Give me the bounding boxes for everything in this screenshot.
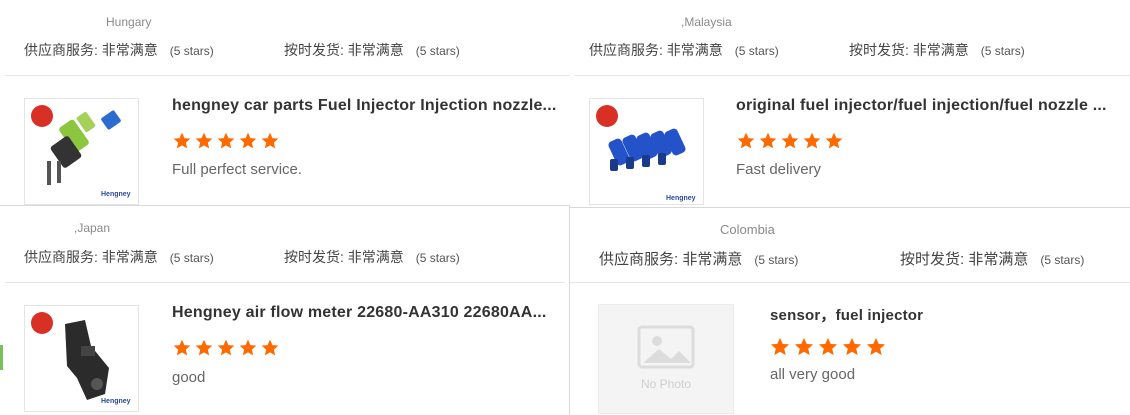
- star-icon: [781, 132, 799, 149]
- edge-marker: [0, 345, 3, 370]
- star-icon: [866, 337, 886, 356]
- product-thumbnail-placeholder[interactable]: No Photo: [598, 304, 734, 414]
- divider: [5, 282, 565, 283]
- review-text: all very good: [770, 366, 856, 383]
- review-text: good: [172, 369, 206, 386]
- delivery-rating: 按时发货: 非常满意 (5 stars): [900, 251, 1085, 268]
- review-text: Fast delivery: [736, 161, 822, 178]
- product-title[interactable]: sensor，fuel injector: [770, 304, 1120, 325]
- supplier-service-rating: 供应商服务: 非常满意 (5 stars): [589, 42, 779, 58]
- air-flow-meter-icon: [65, 320, 109, 400]
- star-icon: [239, 339, 257, 356]
- star-icon: [195, 339, 213, 356]
- star-icon: [818, 337, 838, 356]
- product-thumbnail[interactable]: Hengney: [24, 98, 139, 205]
- brand-watermark: Hengney: [101, 191, 131, 198]
- product-thumbnail[interactable]: Hengney: [24, 305, 139, 412]
- product-title[interactable]: original fuel injector/fuel injection/fu…: [736, 97, 1121, 115]
- product-title[interactable]: Hengney air flow meter 22680-AA310 22680…: [172, 304, 567, 322]
- delivery-rating: 按时发货: 非常满意 (5 stars): [849, 42, 1025, 58]
- divider: [570, 282, 1130, 283]
- star-icon: [173, 339, 191, 356]
- star-icon: [195, 132, 213, 149]
- brand-watermark: Hengney: [666, 195, 696, 202]
- star-icon: [261, 339, 279, 356]
- star-icon: [803, 132, 821, 149]
- star-icon: [770, 337, 790, 356]
- star-icon: [239, 132, 257, 149]
- star-icon: [842, 337, 862, 356]
- star-icon: [173, 132, 191, 149]
- review-stars: [172, 338, 282, 363]
- no-photo-icon: [637, 325, 695, 369]
- buyer-country: ,Japan: [74, 221, 111, 235]
- delivery-rating: 按时发货: 非常满意 (5 stars): [284, 249, 460, 265]
- star-icon: [737, 132, 755, 149]
- review-card-japan: ,Japan 供应商服务: 非常满意 (5 stars) 按时发货: 非常满意 (5…: [0, 205, 570, 415]
- seller-ratings: 供应商服务: 非常满意 (5 stars) 按时发货: 非常满意 (5 stars): [24, 247, 564, 265]
- review-card-hungary: Hungary 供应商服务: 非常满意 (5 stars) 按时发货: 非常满意(…: [0, 0, 575, 205]
- product-title[interactable]: hengney car parts Fuel Injector Injectio…: [172, 97, 567, 115]
- review-text: Full perfect service.: [172, 161, 303, 178]
- star-icon: [217, 339, 235, 356]
- brand-watermark: Hengney: [101, 398, 131, 405]
- buyer-country: ,Malaysia: [681, 15, 732, 29]
- seller-ratings: 供应商服务: 非常满意 (5 stars) 按时发货: 非常满意 (5 stars): [24, 40, 564, 58]
- supplier-service-rating: 供应商服务: 非常满意 (5 stars): [24, 249, 214, 265]
- divider: [575, 75, 1130, 76]
- product-thumbnail[interactable]: Hengney: [589, 98, 704, 205]
- star-icon: [825, 132, 843, 149]
- fuel-injector-set-icon: [608, 128, 686, 171]
- star-icon: [759, 132, 777, 149]
- star-icon: [217, 132, 235, 149]
- star-icon: [261, 132, 279, 149]
- supplier-service-rating: 供应商服务: 非常满意 (5 stars): [24, 42, 214, 58]
- fuel-injector-icon: [47, 110, 121, 185]
- divider: [5, 75, 570, 76]
- seller-ratings: 供应商服务: 非常满意 (5 stars) 按时发货: 非常满意 (5 stars): [599, 248, 1129, 268]
- review-card-malaysia: ,Malaysia 供应商服务: 非常满意 (5 stars) 按时发货: 非常满…: [575, 0, 1130, 205]
- buyer-country: Hungary: [106, 15, 152, 29]
- star-icon: [794, 337, 814, 356]
- review-stars: [736, 131, 846, 156]
- review-card-colombia: Colombia 供应商服务: 非常满意 (5 stars) 按时发货: 非常满意…: [570, 207, 1130, 415]
- no-photo-label: No Photo: [640, 377, 692, 391]
- delivery-rating: 按时发货: 非常满意 (5 stars): [284, 42, 460, 58]
- review-stars: [172, 131, 282, 156]
- supplier-service-rating: 供应商服务: 非常满意 (5 stars): [599, 251, 799, 268]
- seller-ratings: 供应商服务: 非常满意 (5 stars) 按时发货: 非常满意 (5 stars): [589, 40, 1119, 58]
- review-stars: [769, 336, 889, 363]
- buyer-country: Colombia: [720, 222, 775, 237]
